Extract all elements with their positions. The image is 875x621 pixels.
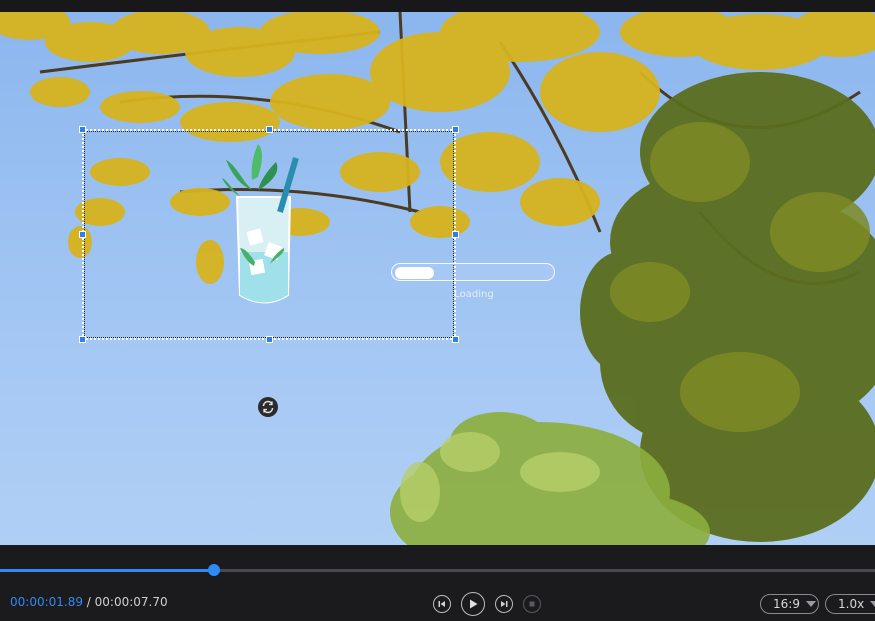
prev-frame-button[interactable] [433,595,451,613]
seek-bar[interactable] [0,564,875,576]
playback-speed-dropdown[interactable]: 1.0x [825,594,875,614]
seek-bar-knob[interactable] [208,564,221,576]
step-back-icon [438,601,445,607]
resize-handle-bottom[interactable] [266,336,273,343]
stop-button[interactable] [523,595,541,613]
rotate-icon [262,400,274,414]
resize-handle-bottom-left[interactable] [79,336,86,343]
total-time: 00:00:07.70 [94,595,168,609]
loading-label: Loading [454,289,494,300]
aspect-ratio-value: 16:9 [773,597,800,611]
chevron-down-icon [805,601,816,607]
play-icon [470,599,478,609]
resize-handle-top-right[interactable] [452,126,459,133]
stop-icon [529,601,535,607]
resize-handle-top-left[interactable] [79,126,86,133]
play-button[interactable] [461,592,485,616]
playback-speed-value: 1.0x [838,597,865,611]
resize-handle-right[interactable] [452,231,459,238]
chevron-down-icon [870,601,875,607]
step-forward-icon [501,601,508,607]
top-bar [0,0,875,12]
selection-box[interactable] [79,126,459,343]
aspect-ratio-dropdown[interactable]: 16:9 [760,594,819,614]
resize-handle-top[interactable] [266,126,273,133]
seek-bar-fill [0,569,215,572]
time-display: 00:00:01.89 / 00:00:07.70 [10,595,168,609]
video-preview[interactable]: Loading [0,12,875,545]
resize-handle-left[interactable] [79,231,86,238]
loading-bar-fill [395,267,434,279]
current-time: 00:00:01.89 [10,595,83,609]
loading-indicator: Loading [391,263,557,303]
player-controls: 00:00:01.89 / 00:00:07.70 16:9 1.0x [0,545,875,621]
resize-handle-bottom-right[interactable] [452,336,459,343]
rotate-handle[interactable] [258,397,278,417]
next-frame-button[interactable] [495,595,513,613]
playback-controls [433,592,551,616]
time-separator: / [82,595,95,609]
loading-bar-track [391,263,555,281]
